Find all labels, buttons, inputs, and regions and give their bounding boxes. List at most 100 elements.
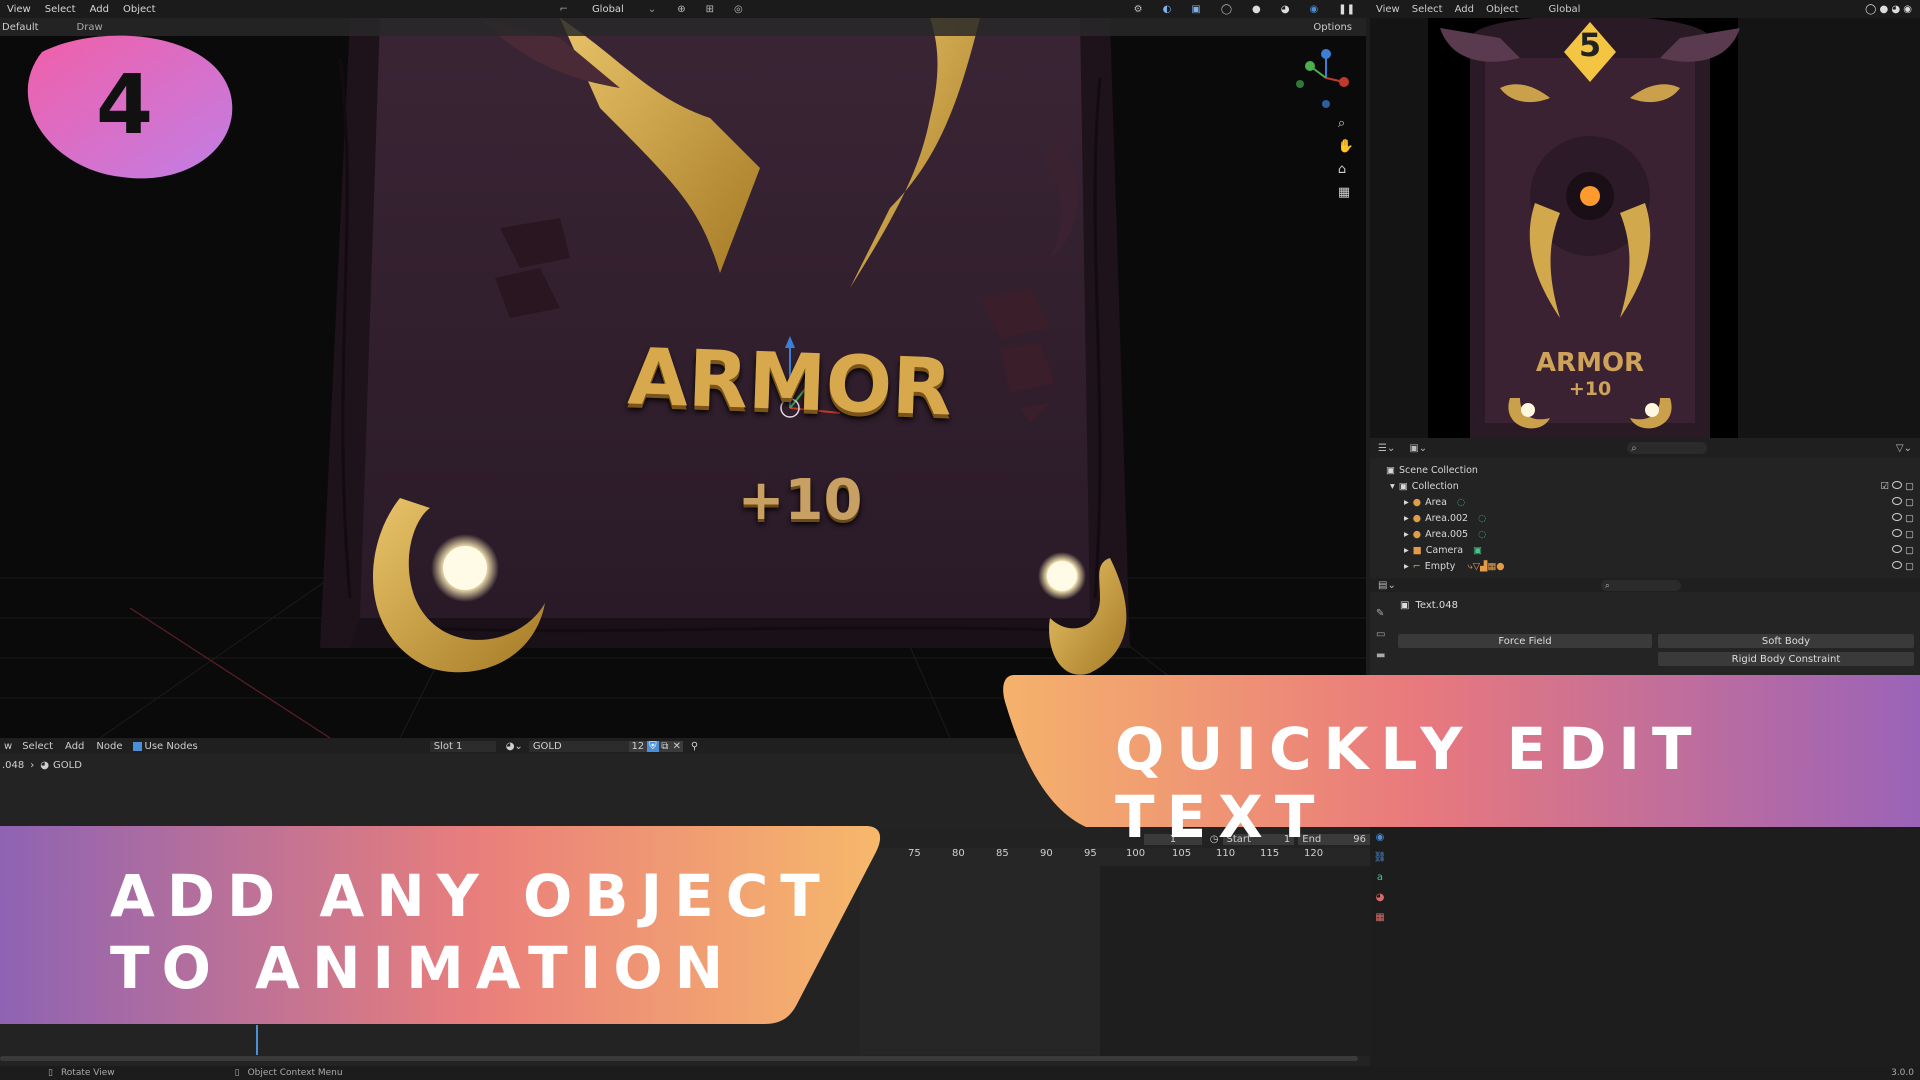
timeline-scrollbar[interactable] [0, 1056, 1358, 1061]
timeline-panel[interactable]: 1 ◷ Start 1 End 96 75 80 85 90 95 100 105 … [860, 830, 1370, 1056]
light-icon: ● [1412, 512, 1422, 524]
collection-toggles[interactable]: ☑ ▢ [1880, 480, 1914, 492]
options-dropdown[interactable]: Options [1313, 22, 1352, 33]
frame-tick: 80 [952, 848, 965, 859]
properties-panel: ▤⌄ ⌕ ✎ ▭ ▬ ▣ Text.048 Force Field Soft B… [1370, 578, 1920, 678]
collection-icon: ▣ [1398, 480, 1408, 492]
proportional-edit-icon[interactable]: ◎ [734, 4, 743, 15]
pause-icon[interactable]: ❚❚ [1338, 4, 1355, 15]
light-icon: ● [1412, 496, 1422, 508]
banner-left-line2: TO ANIMATION [110, 934, 736, 1002]
soft-body-button[interactable]: Soft Body [1658, 634, 1914, 648]
camera-armor-text: ARMOR [1535, 348, 1645, 378]
navigation-gizmo[interactable] [1296, 49, 1349, 108]
gizmo-toggle-icon[interactable]: ⚙ [1134, 4, 1143, 15]
menu-select-right[interactable]: Select [1412, 4, 1443, 15]
visibility-toggles[interactable]: ▢ [1892, 544, 1914, 556]
expand-chevron-icon[interactable]: ▸ [1404, 545, 1409, 556]
transform-orientation-select[interactable]: Global [588, 4, 628, 15]
perspective-grid-icon[interactable]: ▦ [1338, 185, 1354, 200]
texture-icon[interactable]: ▦ [1375, 912, 1384, 923]
use-nodes-checkbox[interactable]: Use Nodes [132, 741, 198, 752]
properties-search-input[interactable]: ⌕ [1600, 579, 1681, 591]
rigid-body-constraint-button[interactable]: Rigid Body Constraint [1658, 652, 1914, 666]
solid-shading-icon[interactable]: ● [1252, 4, 1261, 15]
scene-collection-label: Scene Collection [1398, 464, 1478, 476]
expand-chevron-icon[interactable]: ▸ [1404, 561, 1409, 572]
rendered-shading-icon[interactable]: ◉ [1310, 4, 1319, 15]
menu-object[interactable]: Object [123, 4, 156, 15]
slot-select[interactable]: Slot 1 [429, 740, 496, 752]
armor-text-3d[interactable]: ARMOR [619, 332, 962, 434]
banner-right: QUICKLY EDIT TEXT [1000, 675, 1920, 851]
node-menu-add[interactable]: Add [65, 741, 84, 752]
filter-icon[interactable]: ▽⌄ [1896, 443, 1912, 454]
visibility-toggles[interactable]: ▢ [1892, 528, 1914, 540]
editor-type-icon[interactable]: ▤⌄ [1378, 580, 1396, 591]
expand-chevron-icon[interactable]: ▾ [1390, 481, 1395, 492]
active-object-name: Text.048 [1415, 600, 1458, 611]
material-breadcrumb-icon: ◕ [40, 759, 49, 771]
node-menu-view[interactable]: w [4, 741, 12, 752]
camera-view-icon[interactable]: ⌂ [1338, 162, 1354, 177]
xray-toggle-icon[interactable]: ▣ [1191, 4, 1200, 15]
outliner-item[interactable]: ▸ ● Area ◌ ▢ [1400, 494, 1920, 510]
visibility-toggles[interactable]: ▢ [1892, 560, 1914, 572]
link-icon[interactable]: ⛓ [1374, 852, 1387, 863]
unlink-material-icon[interactable]: ✕ [670, 740, 683, 752]
step-badge: 4 [12, 22, 236, 182]
pan-hand-icon[interactable]: ✋ [1338, 139, 1354, 154]
camera-armor-value: +10 [1568, 378, 1612, 400]
camera-view-header: View Select Add Object Global ◯ ● ◕ ◉ [1370, 0, 1920, 18]
transform-orientation-select-right[interactable]: Global [1549, 4, 1581, 15]
banner-right-text: QUICKLY EDIT TEXT [1115, 715, 1704, 851]
material-name-field[interactable]: GOLD [528, 740, 629, 752]
pivot-icon[interactable]: ⊕ [677, 4, 685, 15]
node-menu-select[interactable]: Select [22, 741, 53, 752]
force-field-button[interactable]: Force Field [1398, 634, 1652, 648]
pin-icon[interactable]: ⚲ [691, 741, 698, 752]
duplicate-material-icon[interactable]: ⧉ [658, 740, 671, 752]
snap-icon[interactable]: ⊞ [706, 4, 714, 15]
banner-left-text: ADD ANY OBJECT TO ANIMATION [110, 860, 832, 1004]
fake-user-shield-icon[interactable]: ⛨ [646, 740, 659, 752]
menu-select[interactable]: Select [45, 4, 76, 15]
outliner-item-label: Area.005 [1425, 528, 1469, 540]
visibility-toggles[interactable]: ▢ [1892, 512, 1914, 524]
camera-viewport[interactable]: 5 ARMOR +10 [1370, 18, 1920, 438]
text-data-icon[interactable]: a [1377, 872, 1383, 883]
soft-body-label: Soft Body [1761, 635, 1811, 647]
tool-tab-icon[interactable]: ✎ [1376, 608, 1385, 619]
menu-view[interactable]: View [7, 4, 31, 15]
render-tab-icon[interactable]: ▭ [1376, 629, 1385, 640]
outliner-search-input[interactable]: ⌕ [1627, 442, 1708, 454]
chevron-down-icon: ⌄ [647, 3, 657, 15]
shading-modes-icon[interactable]: ◯ ● ◕ ◉ [1865, 4, 1912, 15]
playhead[interactable] [256, 1025, 258, 1055]
output-tab-icon[interactable]: ▬ [1376, 650, 1385, 661]
menu-add-right[interactable]: Add [1455, 4, 1474, 15]
camera-data-icon: ▣ [1473, 544, 1483, 556]
outliner-item[interactable]: ▸ ■ Camera ▣ ▢ [1400, 542, 1920, 558]
overlay-toggle-icon[interactable]: ◐ [1163, 4, 1172, 15]
armor-value-text-3d[interactable]: +10 [720, 468, 880, 533]
outliner-item[interactable]: ▸ ⌐ Empty ⤷▽▟▦● ▢ [1400, 558, 1920, 574]
outliner-item[interactable]: ▸ ● Area.002 ◌ ▢ [1400, 510, 1920, 526]
node-menu-node[interactable]: Node [96, 741, 122, 752]
menu-add[interactable]: Add [90, 4, 109, 15]
outliner-display-mode-icon[interactable]: ☰⌄ [1378, 443, 1395, 454]
material-icon[interactable]: ◕ [1376, 892, 1385, 903]
wireframe-shading-icon[interactable]: ◯ [1221, 4, 1232, 15]
expand-chevron-icon[interactable]: ▸ [1404, 513, 1409, 524]
expand-chevron-icon[interactable]: ▸ [1404, 529, 1409, 540]
expand-chevron-icon[interactable]: ▸ [1404, 497, 1409, 508]
outliner-filter-mode-icon[interactable]: ▣⌄ [1409, 443, 1427, 454]
menu-object-right[interactable]: Object [1486, 4, 1519, 15]
menu-view-right[interactable]: View [1376, 4, 1400, 15]
outliner-item[interactable]: ▸ ● Area.005 ◌ ▢ [1400, 526, 1920, 542]
material-shading-icon[interactable]: ◕ [1281, 4, 1290, 15]
outliner-scene-collection[interactable]: ▣ Scene Collection [1386, 462, 1478, 478]
outliner-collection[interactable]: ▾ ▣ Collection ☑ ▢ [1386, 478, 1920, 494]
visibility-toggles[interactable]: ▢ [1892, 496, 1914, 508]
zoom-icon[interactable]: ⌕ [1338, 116, 1354, 131]
